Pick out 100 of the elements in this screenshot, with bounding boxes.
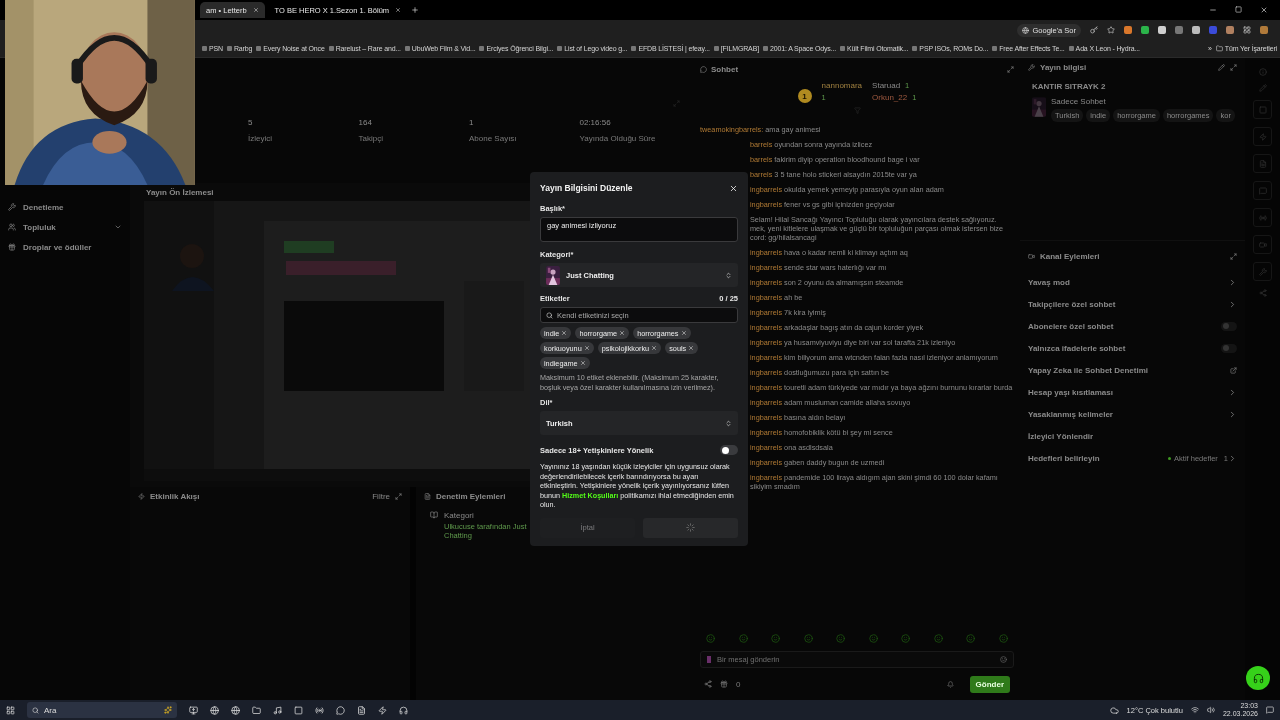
bookmark-icon (226, 46, 232, 51)
camera-icon (1258, 240, 1267, 249)
sidebar-item[interactable]: Denetleme (8, 200, 122, 214)
channel-action[interactable]: Hesap yaşı kısıtlaması (1028, 381, 1237, 403)
filter-button[interactable]: Filtre (372, 492, 390, 501)
close-button[interactable] (729, 183, 738, 193)
stat-label: Yayında Olduğu Süre (579, 134, 657, 143)
extension-icon[interactable] (1158, 26, 1166, 34)
popout-icon[interactable] (1230, 252, 1237, 260)
stat-value: 5 (248, 118, 254, 127)
search-icon (32, 706, 39, 714)
popout-icon[interactable] (395, 493, 402, 500)
extension-icon[interactable] (1124, 26, 1132, 34)
bookmark-icon (631, 46, 637, 51)
extensions-icon[interactable] (1243, 26, 1251, 34)
extension-icon[interactable] (1209, 26, 1217, 34)
extension-icon[interactable] (1175, 26, 1183, 34)
send-button[interactable]: Gönder (969, 675, 1010, 693)
bookmark-icon (256, 46, 262, 51)
notifications-icon[interactable] (1266, 706, 1274, 714)
toggle-switch[interactable] (1221, 343, 1237, 353)
channel-action[interactable]: Abonelere özel sohbet (1028, 315, 1237, 337)
emoji-icon[interactable] (1000, 656, 1007, 663)
lightning-icon (1258, 132, 1267, 141)
taskbar-app-icon[interactable] (315, 705, 324, 715)
wrench-icon (1028, 64, 1035, 71)
chat-bubble-icon (1258, 186, 1267, 195)
taskbar-app-icon[interactable] (210, 705, 219, 715)
taskbar-app-icon[interactable] (189, 705, 198, 715)
stat-label: İzleyici (248, 134, 273, 143)
bookmark-icon (479, 46, 485, 51)
gifter-name: Orkun_22 (872, 93, 908, 102)
remove-icon[interactable] (688, 345, 695, 351)
extension-icon[interactable] (1226, 26, 1234, 34)
share-icon[interactable] (704, 680, 712, 688)
bookmark-icon (992, 46, 998, 51)
chevron-icon (1228, 299, 1237, 309)
close-icon[interactable] (252, 7, 259, 13)
toggle-switch[interactable] (1221, 321, 1237, 331)
panel-title: Yayın bilgisi (1040, 63, 1087, 72)
channel-action[interactable]: Takipçilere özel sohbet (1028, 293, 1237, 315)
channel-action[interactable]: Yasaklanmış kelimeler (1028, 403, 1237, 425)
status-dot (1168, 456, 1172, 460)
panel-title: Kanal Eylemleri (1040, 251, 1100, 261)
popout-icon[interactable] (1230, 64, 1237, 71)
bookmark-icon (1068, 46, 1074, 51)
channel-action[interactable]: İzleyici Yönlendir (1028, 425, 1237, 447)
broadcast-icon (1258, 213, 1267, 222)
channel-action[interactable]: Yavaş mod (1028, 271, 1237, 293)
channel-action[interactable]: Yapay Zeka ile Sohbet Denetimi (1028, 359, 1237, 381)
chevron-icon (1228, 409, 1237, 419)
taskbar-app-icon[interactable] (252, 705, 261, 715)
sidebar-item[interactable]: Droplar ve ödüller (8, 240, 122, 254)
panel-title: Sohbet (711, 64, 739, 74)
globe-icon (1022, 26, 1030, 34)
new-tab-icon[interactable] (411, 6, 420, 14)
adult-toggle[interactable] (720, 445, 738, 455)
panel-title: Denetim Eylemleri (436, 492, 506, 501)
taskbar-app-icon[interactable] (273, 705, 282, 715)
close-icon[interactable] (1260, 6, 1268, 14)
external-link-icon (1230, 366, 1237, 374)
remove-icon[interactable] (680, 330, 687, 336)
avatar-icon (707, 656, 711, 663)
taskbar-app-icon[interactable] (294, 705, 303, 715)
taskbar-app-icon[interactable] (357, 705, 366, 715)
stat-value: 02:16:56 (579, 118, 612, 127)
spinner-icon (686, 523, 695, 532)
taskbar-app-icon[interactable] (231, 705, 240, 715)
maximize-icon[interactable] (1235, 6, 1242, 13)
sparkle-icon (164, 706, 172, 714)
gift-icon (720, 680, 728, 688)
channel-action[interactable]: Yalnızca ifadelerle sohbet (1028, 337, 1237, 359)
extension-icon[interactable] (1141, 26, 1149, 34)
wrench-icon (1258, 267, 1267, 276)
taskbar-search[interactable]: Ara (27, 702, 177, 718)
bookmark-icon (713, 46, 719, 51)
updown-icon (725, 271, 732, 279)
bookmark-icon (912, 46, 918, 51)
stat-label: Takipçi (358, 134, 384, 143)
sidebar-item[interactable]: Topluluk (8, 220, 122, 234)
lightning-icon (138, 493, 145, 500)
close-icon[interactable] (395, 7, 402, 13)
key-icon[interactable] (1090, 26, 1098, 34)
bookmark-icon (328, 46, 334, 51)
people-icon (8, 223, 16, 231)
bookmark-icon (840, 46, 846, 51)
taskbar-app-icon[interactable] (378, 705, 387, 715)
taskbar-app-icon[interactable] (336, 705, 345, 715)
extension-icon[interactable] (1192, 26, 1200, 34)
start-icon[interactable] (6, 705, 15, 715)
weather-icon (1109, 705, 1119, 715)
taskbar-app-icon[interactable] (399, 705, 408, 715)
rank-badge: 1 (797, 89, 812, 103)
bookmark-icon (202, 46, 207, 51)
edit-icon[interactable] (1218, 64, 1225, 71)
frame-icon (1258, 105, 1267, 114)
popout-icon[interactable] (1007, 65, 1014, 73)
chevron-icon (114, 223, 122, 231)
minimize-icon[interactable] (1209, 6, 1217, 14)
star-icon[interactable] (1107, 26, 1115, 34)
